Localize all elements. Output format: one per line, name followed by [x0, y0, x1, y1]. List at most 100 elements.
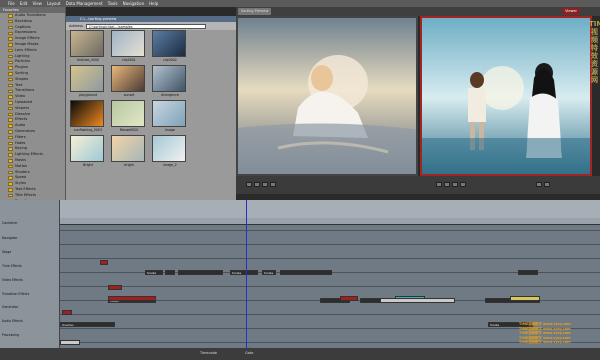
- timeline-clip[interactable]: Single: [230, 270, 258, 275]
- timeline-clip[interactable]: Overlay: [60, 322, 115, 327]
- track-label: Audio Effects: [2, 319, 23, 323]
- thumbnail[interactable]: bright: [111, 135, 145, 167]
- track-label: Video Effects: [2, 278, 23, 282]
- tab-sorting-preview[interactable]: Sorting Preview: [238, 8, 272, 15]
- folder-icon: [8, 37, 13, 41]
- thumbnail-label: Mouse0020: [119, 128, 139, 132]
- track-label: Transition Effects: [2, 292, 30, 296]
- timeline-overview[interactable]: [60, 200, 600, 218]
- thumbnail[interactable]: playground: [70, 65, 104, 97]
- thumbnail[interactable]: sunset: [111, 65, 145, 97]
- address-input[interactable]: C:\sorting\clips\...\samples: [85, 23, 206, 29]
- watermark-vertical: TIME 视 频 特 效 资 源 网: [589, 20, 600, 84]
- thumbnail[interactable]: clip0002: [152, 30, 186, 62]
- thumbnail[interactable]: Bright: [70, 135, 104, 167]
- menu-help[interactable]: Help: [149, 1, 158, 6]
- address-bar: Address C:\sorting\clips\...\samples: [66, 22, 236, 30]
- menu-view[interactable]: View: [32, 1, 42, 6]
- snapshot-icon[interactable]: [536, 182, 542, 187]
- folder-icon: [8, 193, 13, 198]
- menu-file[interactable]: File: [8, 1, 15, 6]
- thumbnail-label: playground: [78, 93, 98, 97]
- track-label: Navigator: [2, 236, 18, 240]
- mark-in-icon[interactable]: [436, 182, 442, 187]
- timeline-clip[interactable]: [320, 270, 332, 275]
- track-label: Processing: [2, 333, 20, 337]
- timeline-clip[interactable]: Single: [145, 270, 163, 275]
- timeline-clip[interactable]: [108, 285, 122, 290]
- status-timecode: Timecode: [200, 351, 218, 355]
- timeline-clip[interactable]: [165, 270, 175, 275]
- timeline-clip[interactable]: [510, 296, 540, 301]
- timeline-clip[interactable]: [100, 260, 108, 265]
- timeline-clip[interactable]: [518, 270, 538, 275]
- viewer-left[interactable]: [236, 16, 418, 176]
- thumbnail: [193, 100, 227, 127]
- menu-navigation[interactable]: Navigation: [123, 1, 145, 6]
- folder-icon: [8, 101, 13, 105]
- timeline-clip[interactable]: [340, 296, 358, 301]
- track-divider: [60, 286, 600, 287]
- viewer-left-image: [238, 18, 416, 174]
- favorites-tree-panel: Favorites Audio Transitions Backdrop Capti…: [0, 7, 66, 233]
- track-divider: [60, 244, 600, 245]
- timeline-clip[interactable]: [108, 296, 156, 301]
- menu-tools[interactable]: Tools: [108, 1, 118, 6]
- thumbnail-label: Untitled_0000: [76, 58, 100, 62]
- folder-icon: [8, 60, 13, 65]
- timeline-clip[interactable]: [380, 298, 455, 303]
- folder-icon: [8, 118, 13, 122]
- timeline-clip[interactable]: [60, 340, 80, 345]
- stop-icon[interactable]: [262, 182, 268, 187]
- thumbnail[interactable]: Mouse0020: [111, 100, 145, 132]
- zoom-icon[interactable]: [460, 182, 466, 187]
- rewind-icon[interactable]: [246, 182, 252, 187]
- play-icon[interactable]: [254, 182, 260, 187]
- timeline-clip[interactable]: Single: [262, 270, 276, 275]
- folder-icon: [8, 72, 13, 76]
- folder-icon: [8, 147, 13, 151]
- folder-icon: [8, 130, 13, 134]
- loop-icon[interactable]: [452, 182, 458, 187]
- thumbnail[interactable]: image_2: [152, 135, 186, 167]
- transport-control-bar: [236, 176, 600, 194]
- tab-viewer[interactable]: Viewer: [562, 8, 580, 15]
- folder-icon: [8, 188, 13, 192]
- thumbnail-label: Bright: [83, 163, 93, 167]
- folder-icon: [8, 89, 13, 93]
- timeline-clip[interactable]: [280, 270, 320, 275]
- thumbnail[interactable]: clip0001: [111, 30, 145, 62]
- thumbnail-label: sunflashing_0003: [74, 128, 102, 132]
- menu-edit[interactable]: Edit: [20, 1, 28, 6]
- thumbnail: [193, 65, 227, 92]
- status-goto[interactable]: Goto: [245, 351, 253, 355]
- menu-data-management[interactable]: Data Management: [66, 1, 103, 6]
- timeline-clip[interactable]: [62, 310, 72, 315]
- timeline-ruler[interactable]: [60, 218, 600, 225]
- menu-layout[interactable]: Layout: [47, 1, 61, 6]
- timeline-clip[interactable]: [178, 270, 223, 275]
- thumbnail[interactable]: Untitled_0000: [70, 30, 104, 62]
- settings-icon[interactable]: [544, 182, 550, 187]
- mark-out-icon[interactable]: [444, 182, 450, 187]
- thumbnail-grid: Untitled_0000 clip0001 clip0002 playground s…: [70, 30, 230, 167]
- track-divider: [60, 230, 600, 231]
- folder-icon: [8, 170, 13, 175]
- thumbnail-label: sunset: [123, 93, 135, 97]
- menu-bar: File Edit View Layout Data Management To…: [0, 0, 600, 7]
- thumbnail[interactable]: sunflashing_0003: [70, 100, 104, 132]
- folder-icon: [8, 25, 13, 30]
- thumbnail-label: divergence: [161, 93, 179, 97]
- viewer-right[interactable]: [420, 16, 592, 176]
- viewer-tab-bar: Sorting Preview Viewer: [236, 7, 600, 16]
- thumbnail[interactable]: image: [152, 100, 186, 132]
- folder-icon: [8, 164, 13, 169]
- thumbnail[interactable]: divergence: [152, 65, 186, 97]
- thumbnail-label: clip0002: [163, 58, 177, 62]
- status-bar: Timecode Goto: [0, 348, 600, 360]
- folder-icon: [8, 153, 13, 157]
- playhead[interactable]: [246, 200, 247, 348]
- folder-icon: [8, 159, 13, 163]
- forward-icon[interactable]: [270, 182, 276, 187]
- folder-icon: [8, 124, 13, 128]
